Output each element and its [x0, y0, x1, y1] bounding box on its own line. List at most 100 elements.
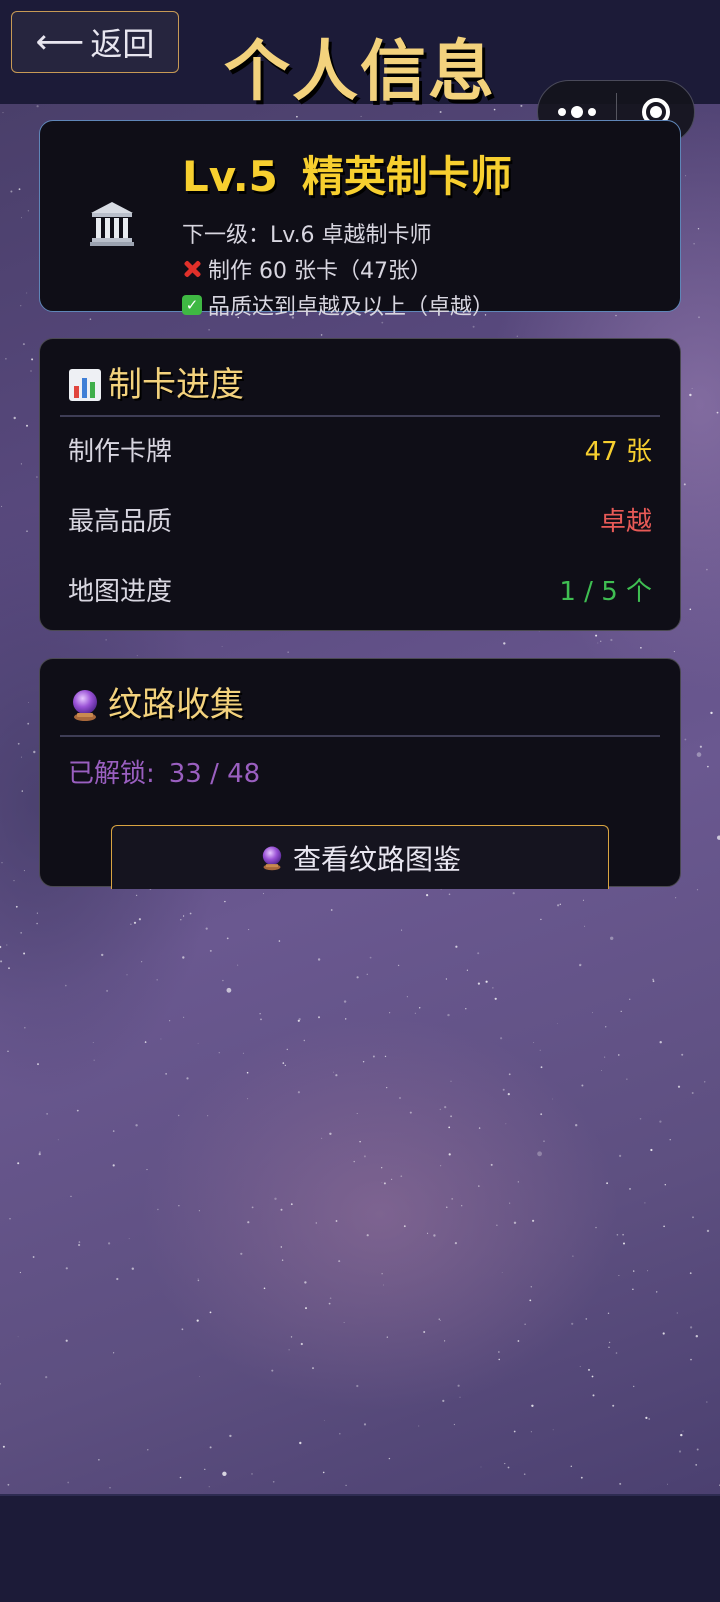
- star: [690, 1358, 692, 1361]
- star: [386, 1087, 388, 1089]
- star: [540, 1113, 543, 1116]
- star: [540, 1066, 543, 1069]
- star: [616, 1234, 619, 1236]
- star: [689, 1272, 692, 1275]
- star: [490, 1163, 493, 1166]
- star: [381, 321, 384, 324]
- star: [2, 1445, 5, 1448]
- star: [439, 1108, 441, 1111]
- star: [459, 1396, 461, 1398]
- star: [144, 1041, 147, 1043]
- star: [322, 1471, 325, 1474]
- star: [381, 1167, 383, 1169]
- star: [20, 932, 22, 934]
- star: [363, 1155, 366, 1158]
- star: [683, 483, 686, 486]
- star: [585, 1318, 588, 1320]
- star: [360, 115, 362, 117]
- star: [552, 1429, 554, 1431]
- divider: [60, 415, 660, 417]
- star: [500, 1037, 503, 1040]
- star: [512, 892, 515, 895]
- star: [180, 919, 182, 921]
- star: [659, 1120, 662, 1123]
- star: [288, 1349, 290, 1351]
- star: [13, 880, 15, 882]
- star: [529, 1299, 532, 1302]
- star: [523, 1473, 526, 1475]
- star: [530, 1286, 532, 1288]
- star: [678, 1450, 682, 1453]
- star: [706, 1401, 708, 1403]
- star: [697, 228, 700, 230]
- star: [579, 1365, 581, 1368]
- star: [197, 1279, 200, 1282]
- star: [704, 1081, 706, 1083]
- star: [381, 1273, 383, 1275]
- star: [98, 1459, 100, 1461]
- view-pattern-codex-button[interactable]: 查看纹路图鉴: [111, 825, 609, 889]
- bar-chart-icon: [69, 368, 101, 401]
- star: [296, 115, 298, 118]
- star: [300, 1342, 303, 1346]
- star: [612, 1404, 615, 1407]
- star: [571, 1322, 574, 1325]
- star: [224, 900, 226, 903]
- star: [178, 1205, 180, 1207]
- star: [317, 958, 321, 961]
- star: [20, 305, 22, 307]
- star: [706, 1229, 710, 1233]
- stat-row: 地图进度 1 / 5 个: [68, 571, 652, 608]
- star: [362, 1061, 365, 1063]
- star: [644, 1202, 646, 1204]
- star: [572, 1255, 574, 1257]
- star: [466, 969, 468, 971]
- star: [160, 1038, 162, 1040]
- star: [391, 1178, 393, 1180]
- star: [27, 722, 30, 725]
- star: [610, 936, 614, 940]
- star: [280, 1208, 283, 1211]
- star: [608, 1346, 610, 1349]
- requirement-item: ✓ 品质达到卓越及以上（卓越）: [182, 289, 494, 321]
- star: [112, 1130, 115, 1132]
- star: [19, 1271, 21, 1274]
- star: [575, 1124, 578, 1127]
- star: [681, 1053, 684, 1056]
- stat-label: 制作卡牌: [68, 437, 173, 467]
- star: [418, 1425, 420, 1427]
- star: [345, 1484, 347, 1487]
- star: [676, 1312, 678, 1314]
- star: [109, 1487, 111, 1489]
- star: [610, 638, 613, 642]
- star: [478, 1127, 481, 1129]
- star: [710, 711, 713, 715]
- star: [70, 1195, 72, 1197]
- star: [533, 1042, 535, 1043]
- star: [108, 1242, 111, 1245]
- star: [287, 651, 289, 653]
- star: [89, 318, 92, 320]
- star: [381, 1182, 383, 1184]
- star: [248, 929, 250, 931]
- star: [640, 647, 642, 649]
- star: [272, 1481, 275, 1483]
- star: [440, 889, 442, 890]
- star: [406, 996, 408, 998]
- star: [414, 1012, 416, 1014]
- star: [399, 1097, 401, 1099]
- star: [433, 1234, 436, 1237]
- star: [183, 1016, 185, 1018]
- star: [680, 1433, 683, 1437]
- star: [30, 370, 32, 372]
- star: [619, 1154, 622, 1157]
- star: [318, 1016, 320, 1019]
- star: [689, 393, 692, 397]
- star: [65, 1339, 68, 1342]
- star: [21, 217, 22, 219]
- star: [386, 1336, 388, 1338]
- star: [363, 1423, 367, 1426]
- divider: [60, 735, 660, 737]
- star: [426, 894, 429, 897]
- star: [440, 1165, 442, 1167]
